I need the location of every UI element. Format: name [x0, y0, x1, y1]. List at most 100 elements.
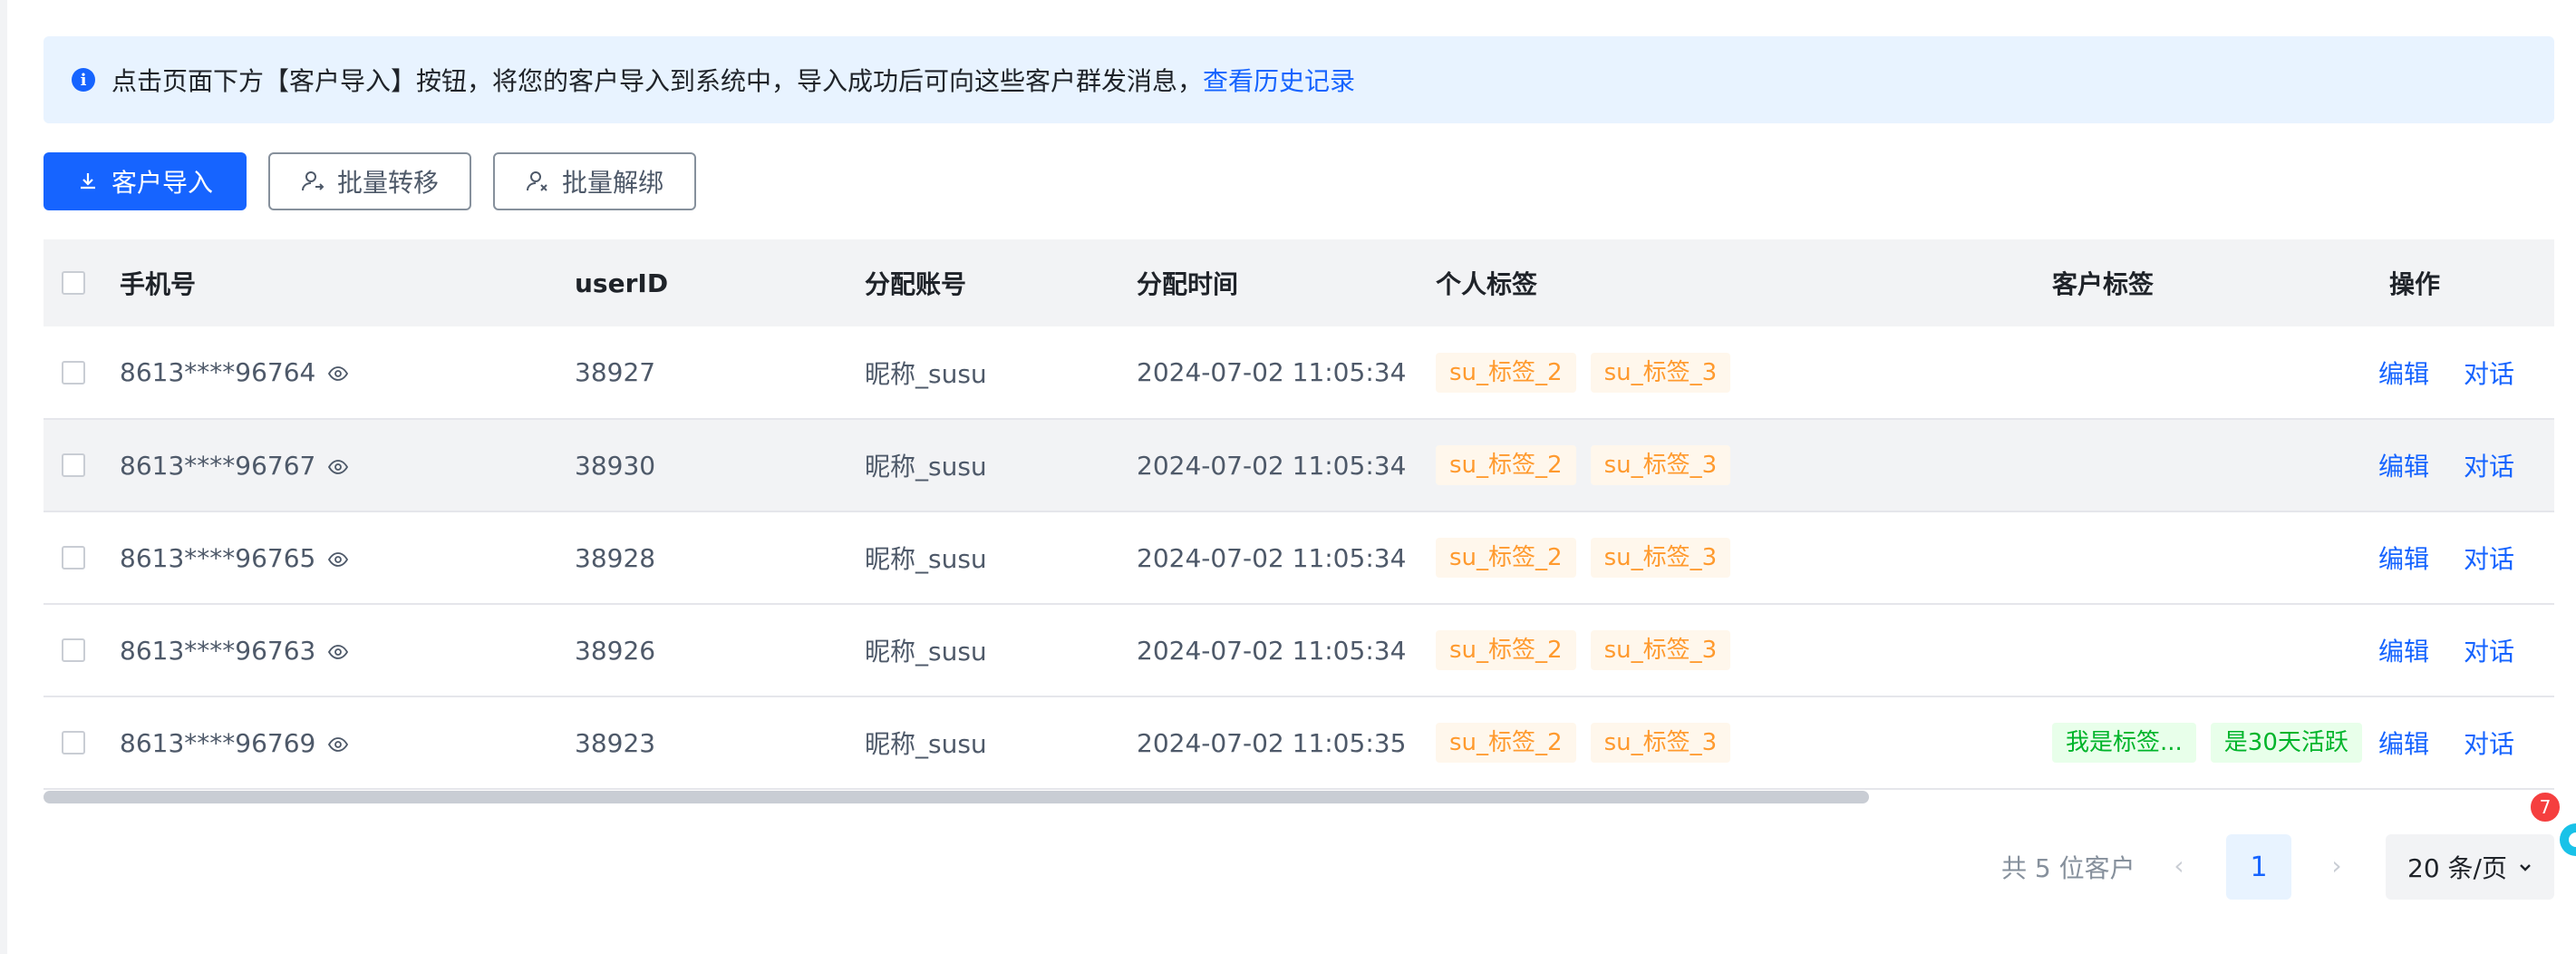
customer-tag: 是30天活跃	[2210, 723, 2362, 763]
edit-link[interactable]: 编辑	[2378, 452, 2429, 482]
batch-transfer-button[interactable]: 批量转移	[268, 152, 471, 210]
notification-badge: 7	[2529, 791, 2561, 823]
actions-cell: 编辑 对话	[2362, 511, 2554, 604]
personal-tags-cell: su_标签_2 su_标签_3	[1405, 604, 2021, 696]
eye-icon[interactable]	[328, 636, 349, 666]
chevron-down-icon	[2520, 864, 2531, 871]
personal-tag: su_标签_3	[1590, 538, 1731, 578]
row-checkbox[interactable]	[62, 731, 85, 754]
column-header-customer-tags: 客户标签	[2052, 269, 2155, 299]
assigned-time: 2024-07-02 11:05:34	[1137, 542, 1405, 573]
edit-link[interactable]: 编辑	[2378, 729, 2429, 759]
personal-tag: su_标签_3	[1590, 352, 1731, 393]
personal-tag: su_标签_2	[1436, 723, 1576, 763]
phone-number: 8613****96763	[120, 635, 316, 666]
batch-transfer-label: 批量转移	[336, 168, 439, 198]
chat-link[interactable]: 对话	[2464, 729, 2514, 759]
horizontal-scrollbar[interactable]	[44, 791, 1869, 803]
assigned-time: 2024-07-02 11:05:34	[1137, 450, 1405, 481]
floating-assistant[interactable]	[2552, 813, 2576, 867]
assigned-account: 昵称_susu	[865, 729, 987, 759]
phone-number: 8613****96767	[120, 450, 316, 481]
column-header-account: 分配账号	[865, 269, 967, 299]
personal-tags-cell: su_标签_2 su_标签_3	[1405, 326, 2021, 419]
personal-tag: su_标签_3	[1590, 630, 1731, 670]
personal-tag: su_标签_3	[1590, 445, 1731, 485]
assigned-account: 昵称_susu	[865, 637, 987, 667]
row-checkbox[interactable]	[62, 638, 85, 662]
personal-tags-cell: su_标签_2 su_标签_3	[1405, 419, 2021, 511]
chat-link[interactable]: 对话	[2464, 452, 2514, 482]
table-row: 8613****96763 38926 昵称_susu 2024-07-02 1…	[44, 604, 2554, 696]
assigned-account: 昵称_susu	[865, 544, 987, 574]
user-id: 38930	[575, 450, 656, 481]
personal-tags-cell: su_标签_2 su_标签_3	[1405, 696, 2021, 789]
import-customers-button[interactable]: 客户导入	[44, 152, 247, 210]
column-header-actions: 操作	[2362, 239, 2554, 326]
batch-unbind-button[interactable]: 批量解绑	[493, 152, 696, 210]
row-checkbox[interactable]	[62, 453, 85, 477]
user-id: 38926	[575, 635, 656, 666]
eye-icon[interactable]	[328, 728, 349, 758]
column-header-personal-tags: 个人标签	[1436, 269, 1538, 299]
assigned-account: 昵称_susu	[865, 358, 987, 389]
assistant-icon	[2560, 823, 2576, 856]
row-checkbox[interactable]	[62, 360, 85, 385]
page-size-value: 20 条/页	[2407, 853, 2507, 883]
actions-cell: 编辑 对话	[2362, 326, 2554, 419]
row-checkbox[interactable]	[62, 546, 85, 569]
personal-tag: su_标签_2	[1436, 352, 1576, 393]
column-header-phone: 手机号	[120, 269, 197, 299]
edit-link[interactable]: 编辑	[2378, 359, 2429, 389]
user-id: 38928	[575, 542, 656, 573]
edit-link[interactable]: 编辑	[2378, 637, 2429, 667]
table-row: 8613****96764 38927 昵称_susu 2024-07-02 1…	[44, 326, 2554, 419]
download-icon	[80, 173, 95, 190]
assigned-account: 昵称_susu	[865, 452, 987, 482]
left-edge	[0, 0, 7, 954]
personal-tag: su_标签_2	[1436, 538, 1576, 578]
pagination-total: 共 5 位客户	[2001, 853, 2135, 883]
column-header-userid: userID	[575, 268, 669, 298]
next-page-icon[interactable]: ›	[2319, 843, 2355, 887]
assigned-time: 2024-07-02 11:05:34	[1137, 635, 1405, 666]
batch-unbind-label: 批量解绑	[561, 168, 663, 198]
assigned-time: 2024-07-02 11:05:35	[1137, 727, 1405, 758]
personal-tags-cell: su_标签_2 su_标签_3	[1405, 511, 2021, 604]
phone-number: 8613****96769	[120, 727, 316, 758]
edit-link[interactable]: 编辑	[2378, 544, 2429, 574]
assigned-time: 2024-07-02 11:05:34	[1137, 357, 1405, 387]
customer-tags-cell: 我是标签... 是30天活跃	[2021, 696, 2362, 789]
notice-banner: i 点击页面下方【客户导入】按钮，将您的客户导入到系统中，导入成功后可向这些客户…	[44, 36, 2554, 123]
notice-text: 点击页面下方【客户导入】按钮，将您的客户导入到系统中，导入成功后可向这些客户群发…	[111, 66, 1204, 96]
history-link[interactable]: 查看历史记录	[1203, 62, 1355, 98]
actions-cell: 编辑 对话	[2362, 696, 2554, 789]
eye-icon[interactable]	[328, 357, 349, 387]
actions-cell: 编辑 对话	[2362, 604, 2554, 696]
import-label: 客户导入	[111, 168, 213, 198]
page-size-select[interactable]: 20 条/页	[2386, 834, 2554, 900]
eye-icon[interactable]	[328, 451, 349, 481]
table-row: 8613****96765 38928 昵称_susu 2024-07-02 1…	[44, 511, 2554, 604]
personal-tag: su_标签_3	[1590, 723, 1731, 763]
customer-table: 手机号 userID 分配账号 分配时间 个人标签 客户标签 操作 8613**…	[44, 239, 2554, 794]
customer-tags-cell	[2021, 326, 2362, 419]
eye-icon[interactable]	[328, 543, 349, 573]
actions-cell: 编辑 对话	[2362, 419, 2554, 511]
phone-number: 8613****96764	[120, 357, 316, 387]
chat-link[interactable]: 对话	[2464, 359, 2514, 389]
personal-tag: su_标签_2	[1436, 445, 1576, 485]
chat-link[interactable]: 对话	[2464, 637, 2514, 667]
customer-tag: 我是标签...	[2052, 723, 2196, 763]
column-header-time: 分配时间	[1137, 269, 1239, 299]
table-row: 8613****96767 38930 昵称_susu 2024-07-02 1…	[44, 419, 2554, 511]
page-1-button[interactable]: 1	[2226, 834, 2291, 900]
phone-number: 8613****96765	[120, 542, 316, 573]
personal-tag: su_标签_2	[1436, 630, 1576, 670]
chat-link[interactable]: 对话	[2464, 544, 2514, 574]
user-id: 38927	[575, 357, 656, 387]
select-all-checkbox[interactable]	[62, 271, 85, 295]
prev-page-icon[interactable]: ‹	[2161, 843, 2197, 887]
table-row: 8613****96769 38923 昵称_susu 2024-07-02 1…	[44, 696, 2554, 789]
table-header: 手机号 userID 分配账号 分配时间 个人标签 客户标签 操作	[44, 239, 2554, 326]
